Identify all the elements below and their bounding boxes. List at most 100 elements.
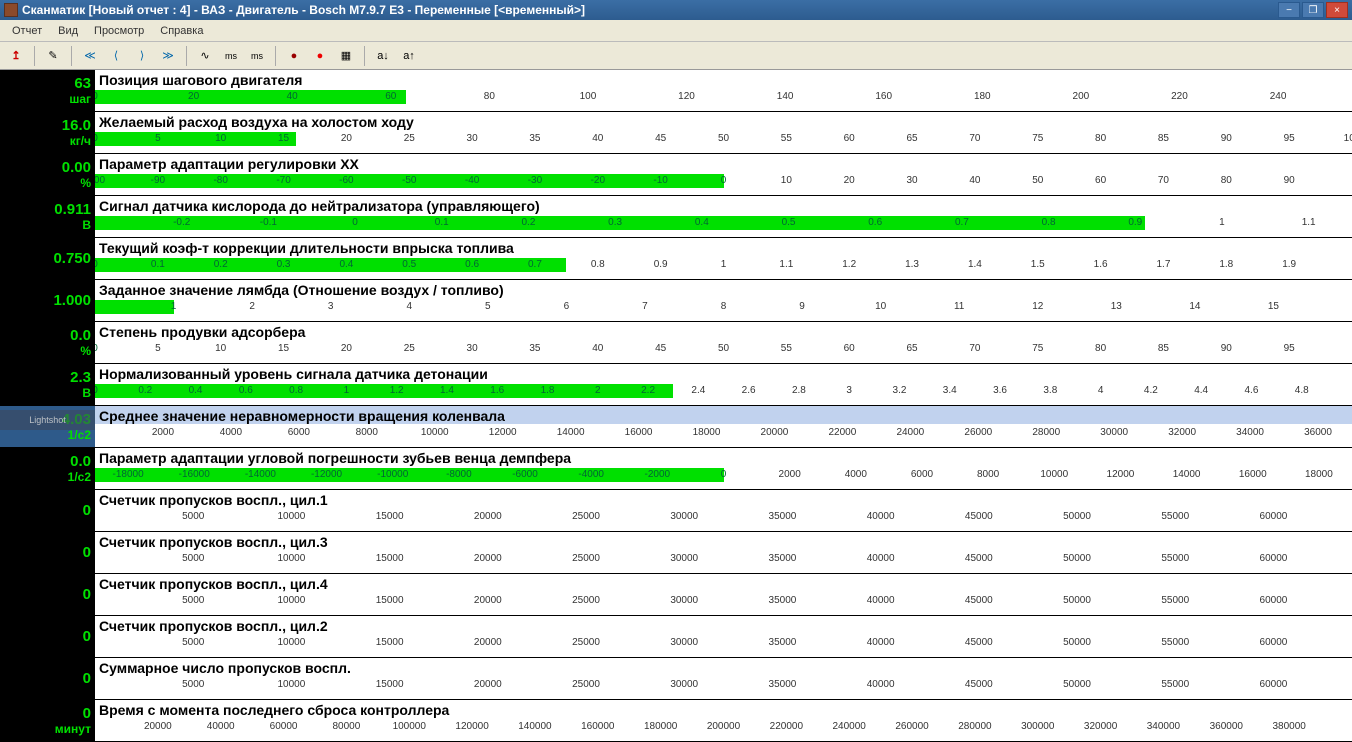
tick-label: 4.2 xyxy=(1144,385,1158,396)
param-row[interactable]: 0.0%Степень продувки адсорбера0510152025… xyxy=(0,322,1352,364)
sort-desc-button[interactable]: a↑ xyxy=(397,45,421,67)
param-name: Нормализованный уровень сигнала датчика … xyxy=(95,364,1352,382)
tick-label: 18000 xyxy=(1305,469,1333,480)
separator xyxy=(275,46,276,66)
tick-label: 1.1 xyxy=(779,259,793,270)
scale-bar: 5000100001500020000250003000035000400004… xyxy=(95,678,1352,696)
param-row[interactable]: 0.00%Параметр адаптации регулировки ХХ-1… xyxy=(0,154,1352,196)
ms-minus-button[interactable]: ms xyxy=(219,45,243,67)
tick-label: 1.9 xyxy=(1282,259,1296,270)
tick-label: 12 xyxy=(1032,301,1043,312)
tick-label: 100 xyxy=(1344,133,1352,144)
param-name: Параметр адаптации угловой погрешности з… xyxy=(95,448,1352,466)
tick-label: 34000 xyxy=(1236,427,1264,438)
param-name: Счетчик пропусков воспл., цил.1 xyxy=(95,490,1352,508)
tick-label: 55000 xyxy=(1161,553,1189,564)
tick-label: 240000 xyxy=(833,721,866,732)
param-row[interactable]: 1.000Заданное значение лямбда (Отношение… xyxy=(0,280,1352,322)
tick-label: 32000 xyxy=(1168,427,1196,438)
tick-label: 10 xyxy=(215,343,226,354)
wave-button[interactable]: ∿ xyxy=(193,45,217,67)
record-dot-button[interactable]: ● xyxy=(282,45,306,67)
prev-button[interactable]: ⟨ xyxy=(104,45,128,67)
tick-label: 25000 xyxy=(572,637,600,648)
param-unit: 1/с2 xyxy=(68,471,91,483)
param-row[interactable]: 0Суммарное число пропусков воспл.5000100… xyxy=(0,658,1352,700)
scale-ticks: 00.10.20.30.40.50.60.70.80.911.11.21.31.… xyxy=(95,258,1352,272)
param-value: 63 xyxy=(74,76,91,91)
tick-label: 0.1 xyxy=(151,259,165,270)
tick-label: 35000 xyxy=(769,511,797,522)
menu-view[interactable]: Вид xyxy=(50,23,86,39)
param-unit: кг/ч xyxy=(70,135,91,147)
tick-label: 300000 xyxy=(1021,721,1054,732)
tick-label: 0.2 xyxy=(214,259,228,270)
tick-label: 10000 xyxy=(278,511,306,522)
scale-bar: 5000100001500020000250003000035000400004… xyxy=(95,510,1352,528)
new-button[interactable]: ✎ xyxy=(41,45,65,67)
tick-label: 55 xyxy=(781,133,792,144)
param-unit: В xyxy=(82,387,91,399)
menu-browse[interactable]: Просмотр xyxy=(86,23,152,39)
tick-label: 160 xyxy=(875,91,892,102)
tick-label: 60 xyxy=(844,133,855,144)
param-value: 0.0 xyxy=(70,328,91,343)
up-button[interactable]: ↥ xyxy=(4,45,28,67)
param-name: Желаемый расход воздуха на холостом ходу xyxy=(95,112,1352,130)
scale-ticks: 2000040000600008000010000012000014000016… xyxy=(95,720,1352,734)
minimize-button[interactable]: − xyxy=(1278,2,1300,18)
tick-label: 8000 xyxy=(356,427,378,438)
tick-label: 2000 xyxy=(779,469,801,480)
menu-report[interactable]: Отчет xyxy=(4,23,50,39)
tick-label: 6 xyxy=(564,301,570,312)
param-row[interactable]: 0.01/с2Параметр адаптации угловой погреш… xyxy=(0,448,1352,490)
next-button[interactable]: ⟩ xyxy=(130,45,154,67)
tick-label: 1.4 xyxy=(440,385,454,396)
tick-label: 45000 xyxy=(965,679,993,690)
tick-label: 20 xyxy=(188,91,199,102)
tick-label: 200 xyxy=(1073,91,1090,102)
tick-label: 160000 xyxy=(581,721,614,732)
content-cell: Параметр адаптации регулировки ХХ-100-90… xyxy=(95,154,1352,195)
scale-ticks: 5000100001500020000250003000035000400004… xyxy=(95,594,1352,608)
tick-label: 70 xyxy=(969,343,980,354)
tick-label: -0.2 xyxy=(173,217,190,228)
tick-label: 0 xyxy=(95,259,98,270)
param-row[interactable]: 63шагПозиция шагового двигателя020406080… xyxy=(0,70,1352,112)
close-button[interactable]: × xyxy=(1326,2,1348,18)
param-row[interactable]: 0.750Текущий коэф-т коррекции длительнос… xyxy=(0,238,1352,280)
maximize-button[interactable]: ❐ xyxy=(1302,2,1324,18)
scale-bar: 0510152025303540455055606570758085909510… xyxy=(95,132,1352,150)
tick-label: 0.6 xyxy=(239,385,253,396)
grid-button[interactable]: ▦ xyxy=(334,45,358,67)
tick-label: 4.6 xyxy=(1244,385,1258,396)
tick-label: 60000 xyxy=(1260,553,1288,564)
param-row[interactable]: 2.3ВНормализованный уровень сигнала датч… xyxy=(0,364,1352,406)
param-row[interactable]: 0Счетчик пропусков воспл., цил.450001000… xyxy=(0,574,1352,616)
tick-label: 30 xyxy=(906,175,917,186)
sort-asc-button[interactable]: a↓ xyxy=(371,45,395,67)
tick-label: 0 xyxy=(721,175,727,186)
tick-label: 60000 xyxy=(1260,511,1288,522)
tick-label: 20 xyxy=(341,343,352,354)
lightshot-watermark: Lightshot xyxy=(0,410,95,430)
tick-label: 1.8 xyxy=(1219,259,1233,270)
tick-label: 18000 xyxy=(693,427,721,438)
param-row[interactable]: 0Счетчик пропусков воспл., цил.150001000… xyxy=(0,490,1352,532)
tick-label: 12000 xyxy=(489,427,517,438)
param-row[interactable]: 16.0кг/чЖелаемый расход воздуха на холос… xyxy=(0,112,1352,154)
param-row[interactable]: 0минутВремя с момента последнего сброса … xyxy=(0,700,1352,742)
tick-label: -20 xyxy=(591,175,605,186)
menu-help[interactable]: Справка xyxy=(152,23,211,39)
tick-label: 1 xyxy=(171,301,177,312)
record-button[interactable]: ● xyxy=(308,45,332,67)
ms-plus-button[interactable]: ms xyxy=(245,45,269,67)
param-row[interactable]: 0.911ВСигнал датчика кислорода до нейтра… xyxy=(0,196,1352,238)
tick-label: 0.9 xyxy=(654,259,668,270)
param-row[interactable]: 4.031/с2Среднее значение неравномерности… xyxy=(0,406,1352,448)
param-row[interactable]: 0Счетчик пропусков воспл., цил.250001000… xyxy=(0,616,1352,658)
tick-label: -50 xyxy=(402,175,416,186)
first-button[interactable]: ≪ xyxy=(78,45,102,67)
last-button[interactable]: ≫ xyxy=(156,45,180,67)
param-row[interactable]: 0Счетчик пропусков воспл., цил.350001000… xyxy=(0,532,1352,574)
